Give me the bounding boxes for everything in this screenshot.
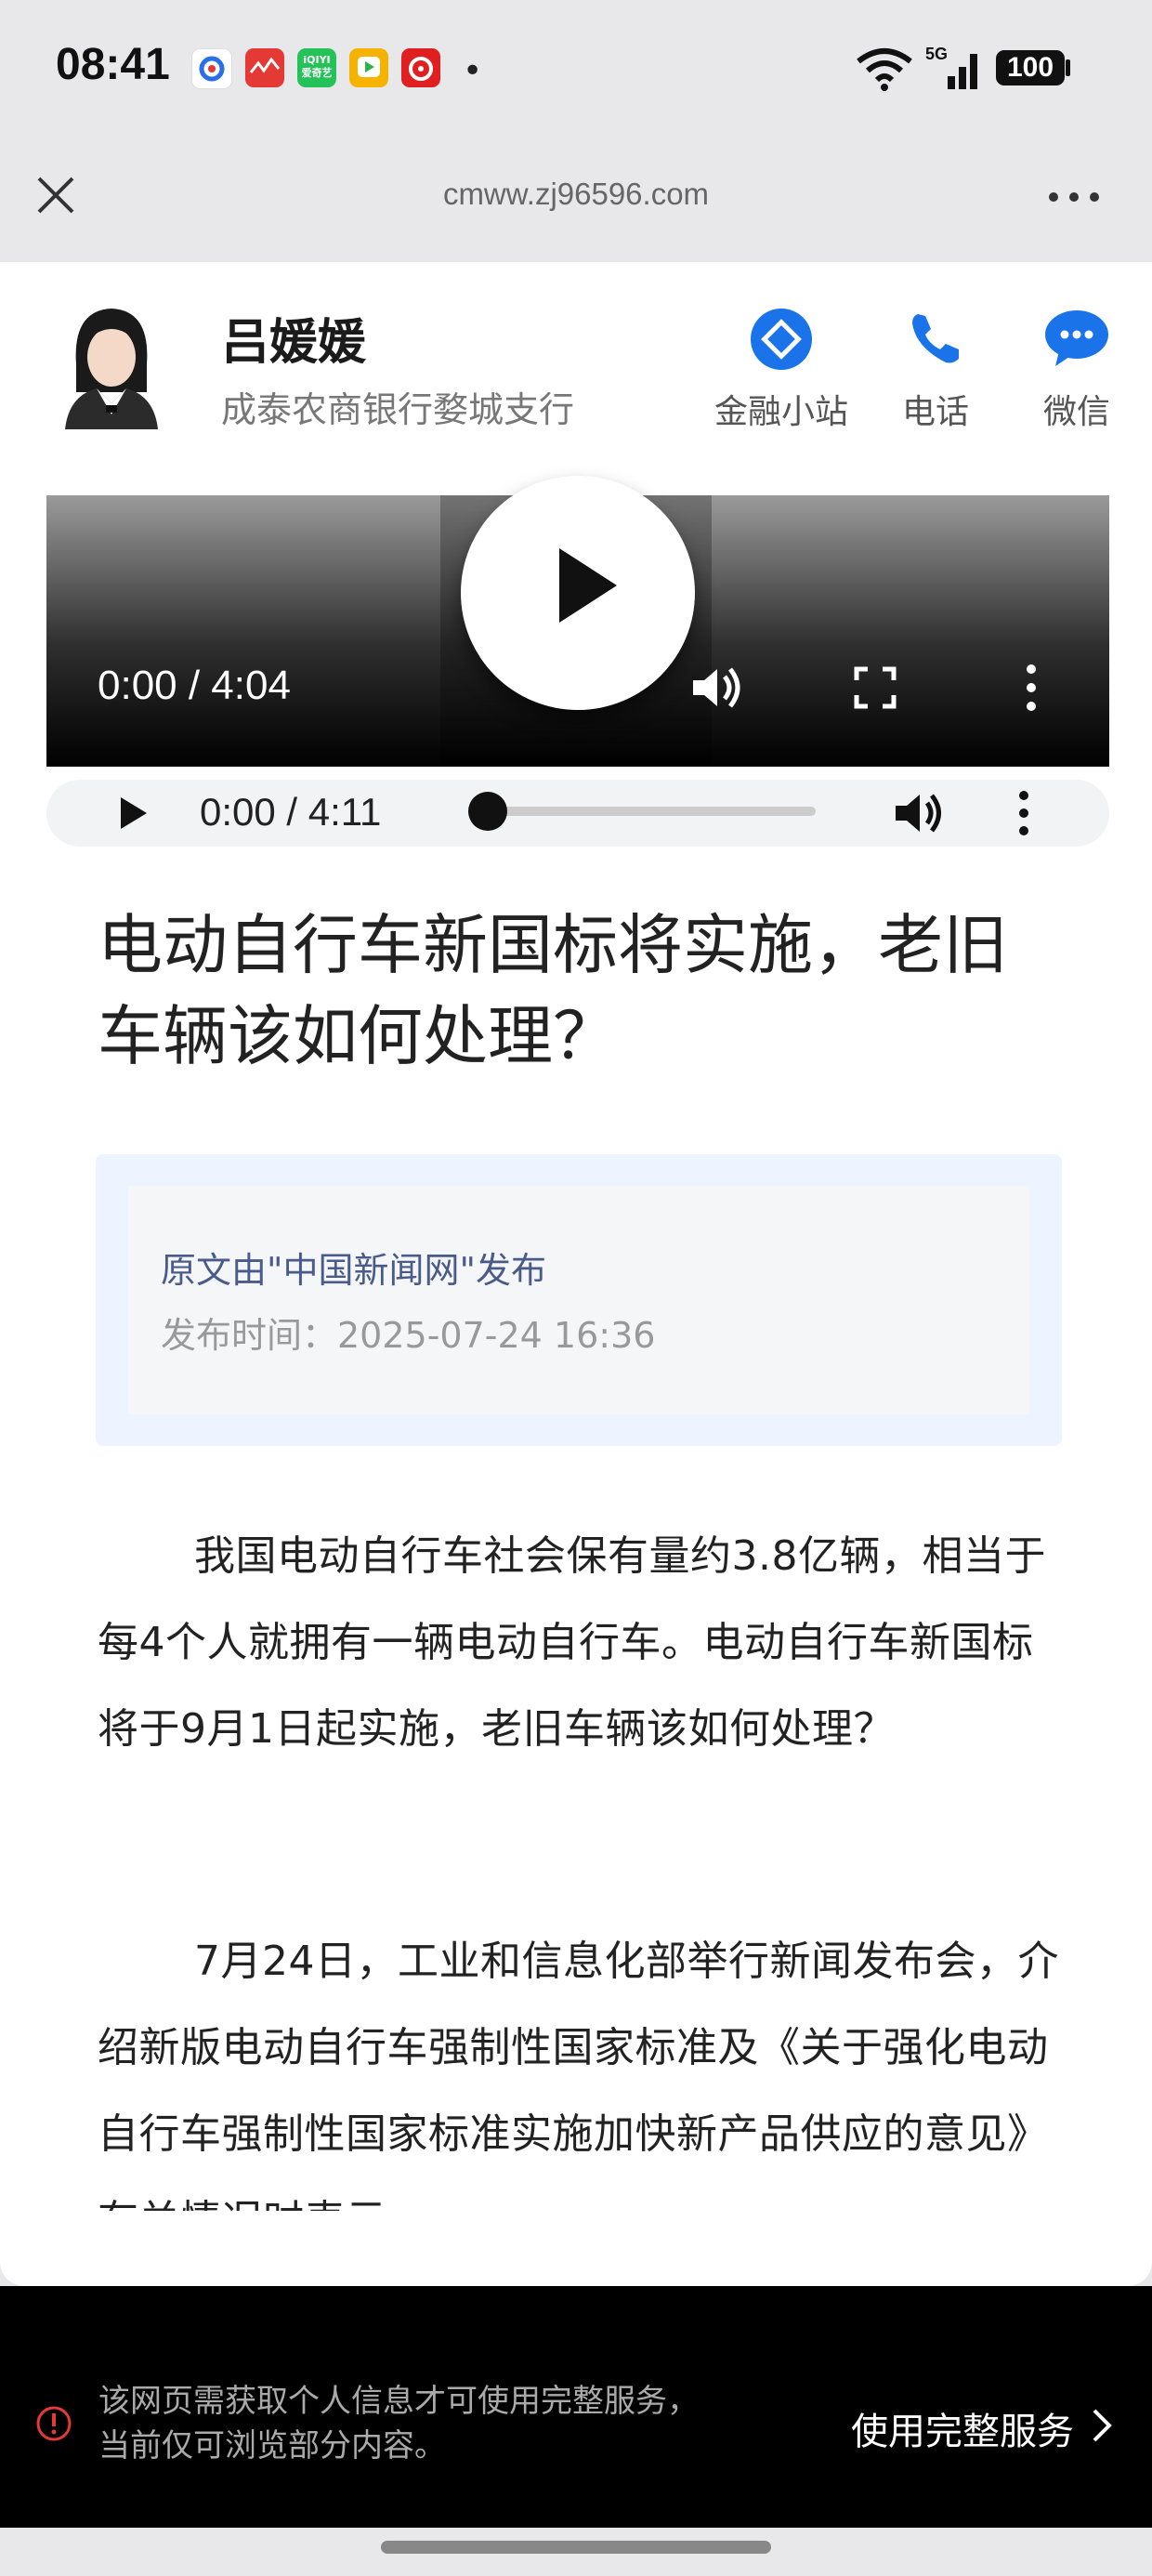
article-meta-inner	[128, 1186, 1029, 1414]
article-title: 电动自行车新国标将实施，老旧车辆该如何处理？	[98, 907, 1008, 1074]
fullscreen-icon[interactable]	[851, 664, 899, 712]
volume-icon[interactable]	[687, 662, 743, 714]
battery-icon: 100	[996, 50, 1065, 85]
article-paragraph: 7月24日，工业和信息化部举行新闻发布会，介绍新版电动自行车强制性国家标准及《关…	[98, 1938, 1059, 2211]
video-time: 0:00 / 4:04	[98, 663, 291, 708]
news-app-icon	[245, 48, 284, 87]
audio-menu-icon[interactable]	[1015, 788, 1033, 838]
wechat-button[interactable]: 微信	[998, 307, 1152, 433]
iqiyi-app-icon: iQIYI 爱奇艺	[297, 48, 336, 87]
status-time: 08:41	[56, 40, 170, 89]
baidu-app-icon	[191, 48, 232, 89]
home-indicator[interactable]	[381, 2541, 771, 2554]
wechat-icon	[1045, 310, 1108, 366]
privacy-notice-line2: 当前仅可浏览部分内容。	[98, 2427, 446, 2464]
wifi-icon	[857, 48, 912, 91]
finance-station-label: 金融小站	[713, 393, 848, 431]
video-app-icon	[349, 48, 388, 87]
signal-icon	[948, 54, 977, 89]
phone-button[interactable]: 电话	[857, 307, 1015, 433]
audio-time: 0:00 / 4:11	[200, 790, 382, 834]
video-menu-icon[interactable]	[1022, 662, 1041, 714]
use-full-service-button[interactable]: 使用完整服务	[851, 2401, 1074, 2455]
article-source: 原文由"中国新闻网"发布	[161, 1250, 546, 1291]
play-button[interactable]	[461, 476, 695, 710]
article-publish-time: 发布时间：2025-07-24 16:36	[161, 1315, 656, 1356]
phone-icon	[912, 314, 959, 363]
privacy-notice-text: 该网页需获取个人信息才可使用完整服务， 当前仅可浏览部分内容。	[98, 2379, 699, 2468]
battery-tip	[1066, 59, 1070, 76]
play-icon	[559, 548, 617, 623]
audio-progress-thumb[interactable]	[468, 792, 507, 831]
netease-music-app-icon	[401, 48, 440, 87]
article-paragraph: 我国电动自行车社会保有量约3.8亿辆，相当于每4个人就拥有一辆电动自行车。电动自…	[98, 1532, 1046, 1753]
audio-play-icon[interactable]	[113, 794, 152, 833]
audio-volume-icon[interactable]	[892, 788, 944, 838]
advisor-name: 吕媛媛	[221, 315, 367, 371]
warning-icon	[36, 2406, 72, 2441]
finance-station-icon	[751, 309, 812, 370]
more-options-icon[interactable]	[1046, 178, 1102, 216]
audio-progress-track[interactable]	[476, 807, 816, 816]
more-notifications-dot: •	[463, 52, 483, 90]
advisor-branch: 成泰农商银行婺城支行	[221, 389, 575, 430]
privacy-notice-line1: 该网页需获取个人信息才可使用完整服务，	[98, 2383, 699, 2420]
phone-label: 电话	[901, 393, 969, 431]
avatar	[56, 299, 167, 429]
finance-station-button[interactable]: 金融小站	[702, 307, 860, 433]
url-text[interactable]: cmww.zj96596.com	[0, 177, 1152, 212]
wechat-label: 微信	[1042, 393, 1110, 431]
chevron-right-icon[interactable]	[1089, 2407, 1115, 2444]
